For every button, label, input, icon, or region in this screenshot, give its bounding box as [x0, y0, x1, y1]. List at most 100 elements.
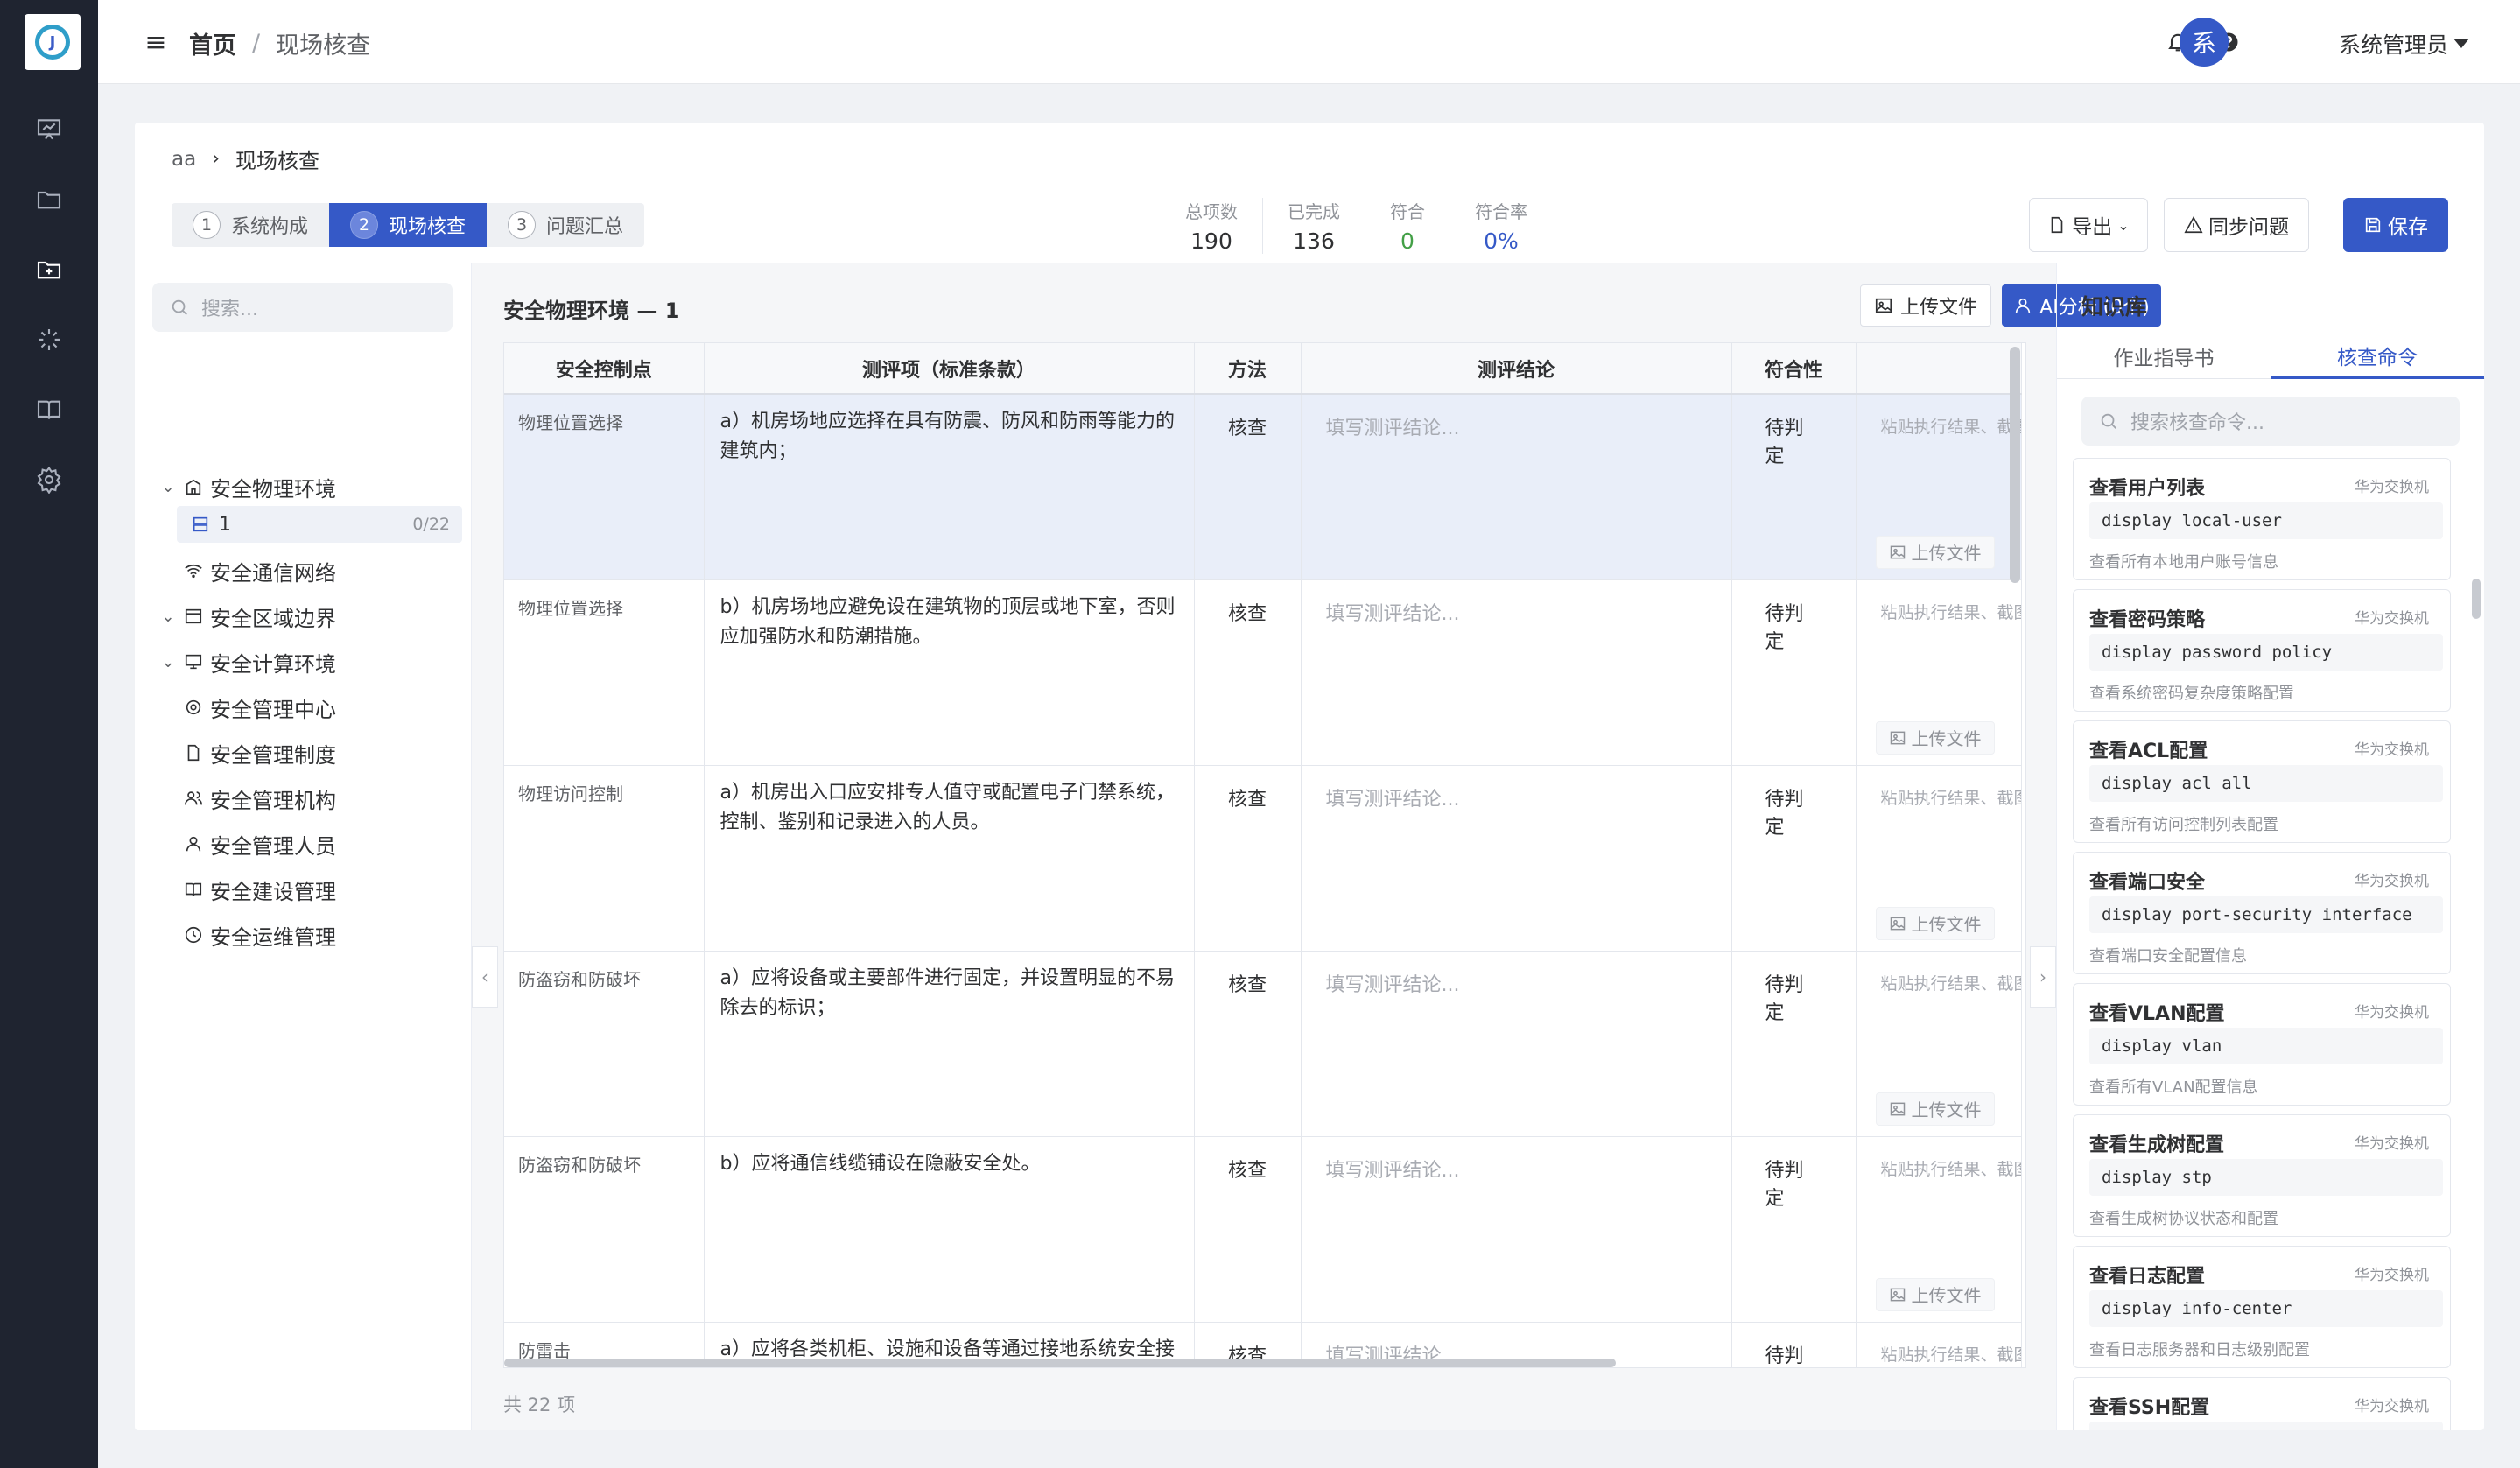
paste-result-input[interactable]: 粘贴执行结果、截图 [1857, 766, 2021, 809]
kb-command-code[interactable]: display port-security interface [2089, 896, 2443, 933]
kb-command-card[interactable]: 查看SSH配置华为交换机display ssh server status查看S… [2073, 1377, 2451, 1430]
menu-toggle-icon[interactable]: ≡ [142, 27, 170, 58]
compliance-select[interactable]: 待判定 [1731, 579, 1857, 766]
compliance-select[interactable]: 待判定 [1731, 394, 1857, 580]
cell-method: 核查 [1194, 394, 1302, 580]
compliance-select[interactable]: 待判定 [1731, 1136, 1857, 1323]
conclusion-input[interactable]: 填写测评结论... [1301, 579, 1732, 766]
chevron-down-icon[interactable]: ⌄ [159, 608, 177, 626]
step-3[interactable]: 3 问题汇总 [487, 203, 644, 247]
kb-command-name: 查看日志配置 [2089, 1266, 2206, 1288]
kb-command-card[interactable]: 查看密码策略 华为交换机 display password policy 查看系统密码… [2073, 589, 2451, 712]
sync-issues-button[interactable]: 同步问题 [2164, 198, 2309, 252]
user-name[interactable]: 系统管理员 [2339, 28, 2448, 60]
chevron-down-icon[interactable]: ⌄ [159, 653, 177, 671]
horizontal-scrollbar[interactable] [504, 1359, 1616, 1367]
step-1[interactable]: 1 系统构成 [172, 203, 329, 247]
kb-command-code[interactable]: display vlan [2089, 1028, 2443, 1064]
kb-command-card[interactable]: 查看端口安全 华为交换机 display port-security interfa… [2073, 852, 2451, 974]
loader-icon[interactable] [32, 322, 67, 357]
sync-label: 同步问题 [2208, 216, 2289, 239]
kb-command-card[interactable]: 查看用户列表 华为交换机 display local-user 查看所有本地用户账号信… [2073, 458, 2451, 580]
folder-icon[interactable] [32, 182, 67, 217]
tree-search-input[interactable]: 搜索... [152, 283, 453, 332]
kb-device-tag: 华为交换机 [2355, 741, 2429, 759]
wifi-icon [185, 564, 202, 579]
breadcrumb-separator: / [252, 30, 261, 57]
kb-command-code[interactable]: display local-user [2089, 502, 2443, 539]
image-icon [1875, 298, 1892, 313]
kb-command-code[interactable]: display acl all [2089, 765, 2443, 802]
chevron-down-icon[interactable]: ⌄ [159, 478, 177, 496]
paste-result-input[interactable]: 粘贴执行结果、截图 [1857, 1137, 2021, 1180]
collapse-left-button[interactable]: ‹ [472, 946, 498, 1008]
paste-result-input[interactable]: 粘贴执行结果、截图 [1857, 1323, 2021, 1366]
sub-breadcrumb-root[interactable]: aa [172, 148, 196, 171]
step-label: 现场核查 [389, 216, 467, 238]
kb-command-card[interactable]: 查看日志配置 华为交换机 display info-center 查看日志服务器和日志… [2073, 1246, 2451, 1368]
total-count: 共 22 项 [503, 1394, 576, 1415]
dashboard-icon[interactable] [32, 112, 67, 147]
tree-node-computing[interactable]: ⌄ 安全计算环境 [159, 643, 336, 681]
kb-scrollbar[interactable] [2472, 579, 2481, 619]
kb-command-card[interactable]: 查看生成树配置 华为交换机 display stp 查看生成树协议状态和配置 [2073, 1114, 2451, 1237]
tree-node-physical-env[interactable]: ⌄ 安全物理环境 [159, 467, 336, 506]
export-button[interactable]: 导出 ⌄ [2029, 198, 2148, 252]
book-icon [185, 882, 202, 896]
step-2[interactable]: 2 现场核查 [329, 203, 488, 247]
tree-node-network[interactable]: 安全通信网络 [159, 551, 336, 590]
row-upload-button[interactable]: 上传文件 [1875, 906, 1995, 940]
tree-node-personnel[interactable]: 安全管理人员 [159, 825, 336, 863]
row-upload-button[interactable]: 上传文件 [1875, 535, 1995, 569]
chevron-down-icon[interactable] [2453, 39, 2469, 48]
kb-command-name: 查看生成树配置 [2089, 1134, 2225, 1156]
tree-child-item[interactable]: 1 0/22 [177, 506, 462, 543]
paste-result-input[interactable]: 粘贴执行结果、截图 [1857, 952, 2021, 994]
conclusion-input[interactable]: 填写测评结论... [1301, 1136, 1732, 1323]
book-icon[interactable] [32, 392, 67, 427]
tree-node-mgmt-center[interactable]: 安全管理中心 [159, 688, 336, 727]
tree-node-construction[interactable]: 安全建设管理 [159, 870, 336, 909]
tab-commands[interactable]: 核查命令 [2271, 334, 2484, 379]
kb-command-card[interactable]: 查看ACL配置 华为交换机 display acl all 查看所有访问控制列表配置 [2073, 720, 2451, 843]
tab-guide[interactable]: 作业指导书 [2057, 334, 2271, 379]
breadcrumb-current: 现场核查 [276, 32, 371, 60]
collapse-right-button[interactable]: › [2030, 946, 2056, 1008]
kb-command-code[interactable]: display password policy [2089, 634, 2443, 671]
conclusion-input[interactable]: 填写测评结论... [1301, 951, 1732, 1137]
row-upload-label: 上传文件 [1911, 914, 1982, 935]
kb-command-code[interactable]: display ssh server status [2089, 1422, 2443, 1430]
stat-label: 符合率 [1475, 201, 1527, 222]
compliance-select[interactable]: 待判定 [1731, 765, 1857, 952]
kb-command-code[interactable]: display stp [2089, 1159, 2443, 1196]
vertical-scrollbar[interactable] [2010, 347, 2020, 583]
tree-node-boundary[interactable]: ⌄ 安全区域边界 [159, 597, 336, 636]
row-upload-button[interactable]: 上传文件 [1875, 1092, 1995, 1126]
kb-search-input[interactable]: 搜索核查命令... [2081, 397, 2460, 446]
kb-command-card[interactable]: 查看VLAN配置 华为交换机 display vlan 查看所有VLAN配置信息 [2073, 983, 2451, 1106]
row-upload-button[interactable]: 上传文件 [1875, 720, 1995, 755]
tree-node-organization[interactable]: 安全管理机构 [159, 779, 336, 818]
gear-icon [186, 699, 201, 715]
row-upload-button[interactable]: 上传文件 [1875, 1277, 1995, 1311]
app-logo[interactable]: J [25, 14, 81, 70]
avatar[interactable]: 系 [2180, 18, 2229, 67]
upload-file-button[interactable]: 上传文件 [1860, 284, 1991, 327]
paste-result-input[interactable]: 粘贴执行结果、截图 [1857, 580, 2021, 623]
save-button[interactable]: 保存 [2343, 198, 2448, 252]
gear-icon[interactable] [32, 462, 67, 497]
paste-result-input[interactable]: 粘贴执行结果、截图 [1857, 395, 2021, 438]
server-icon [193, 516, 208, 532]
conclusion-input[interactable]: 填写测评结论... [1301, 765, 1732, 952]
conclusion-input[interactable]: 填写测评结论... [1301, 394, 1732, 580]
cell-method: 核查 [1194, 765, 1302, 952]
tree-node-operations[interactable]: 安全运维管理 [159, 916, 336, 954]
compliance-select[interactable]: 待判定 [1731, 1322, 1857, 1367]
tree-node-policy[interactable]: 安全管理制度 [159, 734, 336, 772]
kb-command-code[interactable]: display info-center [2089, 1290, 2443, 1327]
monitor-icon [185, 654, 202, 670]
stat-rate: 符合率 0% [1450, 198, 1552, 254]
compliance-select[interactable]: 待判定 [1731, 951, 1857, 1137]
breadcrumb-home[interactable]: 首页 [189, 26, 236, 60]
folder-plus-icon[interactable] [32, 252, 67, 287]
